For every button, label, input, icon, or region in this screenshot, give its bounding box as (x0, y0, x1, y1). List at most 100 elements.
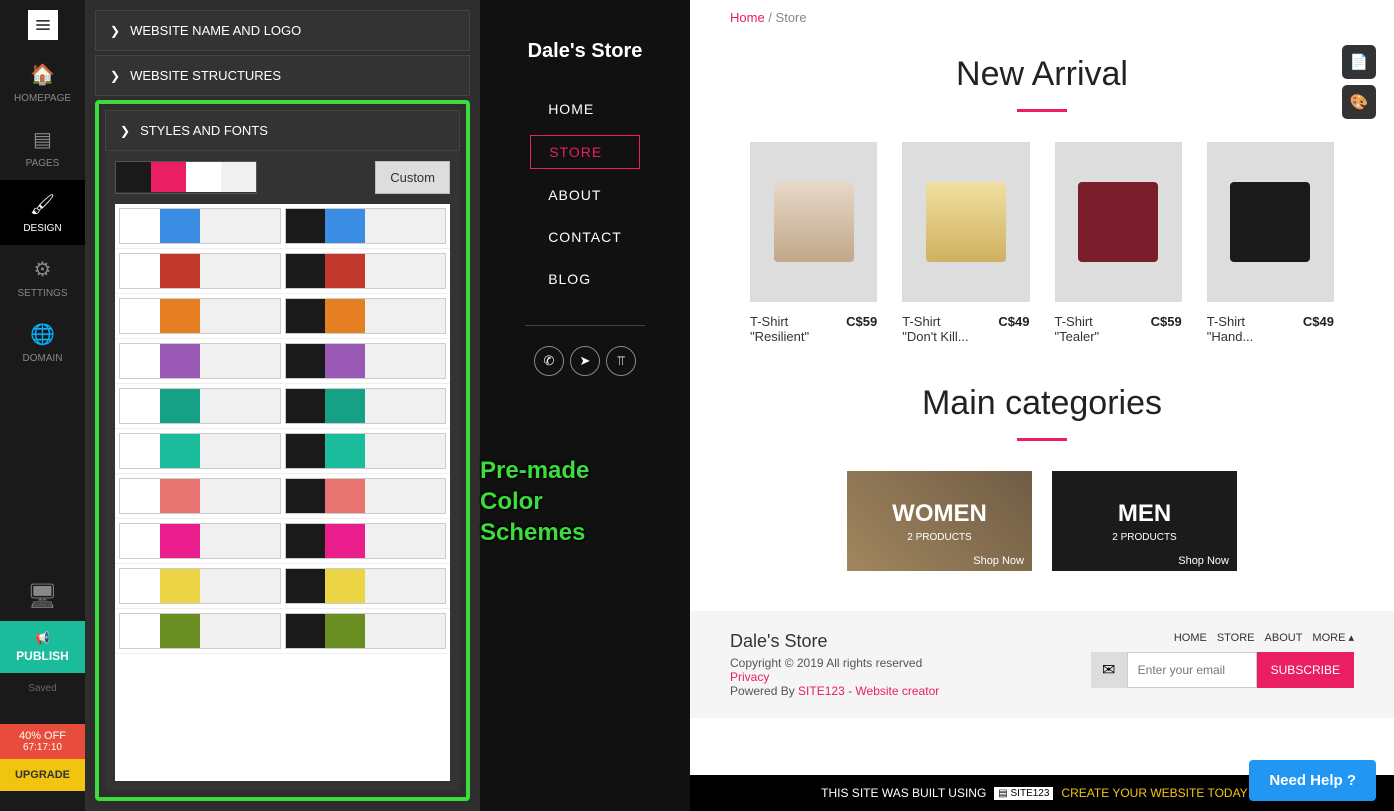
preview-desktop-icon[interactable]: 🖥 (0, 571, 85, 621)
color-scheme-row[interactable] (115, 519, 450, 564)
main-sidebar: 🏠 HOMEPAGE ▤ PAGES 🖌 DESIGN ⚙ SETTINGS 🌐… (0, 0, 85, 811)
preview-nav-item[interactable]: ABOUT (530, 179, 640, 211)
nav-settings[interactable]: ⚙ SETTINGS (0, 245, 85, 310)
product-image (1055, 142, 1182, 302)
section-title-new-arrival: New Arrival (690, 55, 1394, 94)
share-icon[interactable]: ⫪ (606, 346, 636, 376)
footer-nav-item[interactable]: STORE (1217, 632, 1255, 644)
category-card[interactable]: WOMEN 2 PRODUCTS Shop Now (847, 471, 1032, 571)
breadcrumb-home[interactable]: Home (730, 10, 765, 25)
footer-nav-item[interactable]: HOME (1174, 632, 1207, 644)
product-price: C$49 (1303, 314, 1334, 344)
color-scheme-row[interactable] (115, 294, 450, 339)
site-footer: Dale's Store Copyright © 2019 All rights… (690, 611, 1394, 718)
banner-cta: CREATE YOUR WEBSITE TODAY ▸▸ (1061, 786, 1262, 800)
location-icon[interactable]: ➤ (570, 346, 600, 376)
product-name: T-Shirt "Tealer" (1055, 314, 1125, 344)
offer-countdown: 67:17:10 (0, 742, 85, 753)
phone-icon[interactable]: ✆ (534, 346, 564, 376)
nav-domain[interactable]: 🌐 DOMAIN (0, 310, 85, 375)
publish-button[interactable]: 📢 PUBLISH (0, 621, 85, 673)
accordion-styles-fonts[interactable]: ❯ STYLES AND FONTS (105, 110, 460, 151)
nav-homepage[interactable]: 🏠 HOMEPAGE (0, 50, 85, 115)
site-title[interactable]: Dale's Store (528, 40, 643, 63)
banner-text: THIS SITE WAS BUILT USING (821, 786, 986, 800)
category-count: 2 PRODUCTS (907, 532, 971, 543)
product-price: C$59 (846, 314, 877, 344)
color-scheme-row[interactable] (115, 609, 450, 654)
nav-pages[interactable]: ▤ PAGES (0, 115, 85, 180)
nav-label: HOMEPAGE (14, 93, 71, 104)
product-image (1207, 142, 1334, 302)
product-price: C$49 (998, 314, 1029, 344)
category-shop-link[interactable]: Shop Now (1178, 555, 1229, 567)
chevron-down-icon: ❯ (120, 124, 130, 138)
color-scheme-row[interactable] (115, 474, 450, 519)
float-page-icon[interactable]: 📄 (1342, 45, 1376, 79)
subscribe-button[interactable]: SUBSCRIBE (1257, 652, 1354, 688)
site123-badge: ▤ SITE123 (994, 787, 1053, 800)
current-color-scheme[interactable] (115, 161, 257, 194)
footer-store-name: Dale's Store (730, 631, 939, 652)
product-card[interactable]: T-Shirt "Resilient" C$59 (750, 142, 877, 344)
styles-body: Custom (105, 151, 460, 791)
category-name: MEN (1118, 500, 1171, 528)
highlighted-section: ❯ STYLES AND FONTS Custom (95, 100, 470, 801)
color-scheme-row[interactable] (115, 384, 450, 429)
color-swatch (186, 162, 221, 192)
footer-nav-item[interactable]: ABOUT (1265, 632, 1303, 644)
chevron-right-icon: ❯ (110, 24, 120, 38)
preview-site-nav: Dale's Store HOME STORE ABOUT CONTACT BLOG ✆… (480, 0, 690, 811)
products-row: T-Shirt "Resilient" C$59 T-Shirt "Don't … (690, 142, 1394, 344)
nav-design[interactable]: 🖌 DESIGN (0, 180, 85, 245)
preview-nav-item[interactable]: STORE (530, 135, 640, 169)
category-shop-link[interactable]: Shop Now (973, 555, 1024, 567)
preview-content: Home / Store New Arrival T-Shirt "Resili… (690, 0, 1394, 811)
color-schemes-list[interactable] (115, 204, 450, 781)
color-scheme-row[interactable] (115, 429, 450, 474)
category-name: WOMEN (892, 500, 987, 528)
accordion-label: STYLES AND FONTS (140, 123, 268, 138)
preview-nav-item[interactable]: HOME (530, 93, 640, 125)
footer-privacy-link[interactable]: Privacy (730, 670, 769, 684)
product-image (902, 142, 1029, 302)
upgrade-button[interactable]: UPGRADE (0, 759, 85, 791)
categories-row: WOMEN 2 PRODUCTS Shop NowMEN 2 PRODUCTS … (690, 471, 1394, 571)
footer-nav-item[interactable]: MORE ▴ (1312, 632, 1354, 644)
app-logo[interactable] (0, 0, 85, 50)
chevron-right-icon: ❯ (110, 69, 120, 83)
accordion-label: WEBSITE NAME AND LOGO (130, 23, 301, 38)
custom-button[interactable]: Custom (375, 161, 450, 194)
accordion-structures[interactable]: ❯ WEBSITE STRUCTURES (95, 55, 470, 96)
color-scheme-row[interactable] (115, 564, 450, 609)
footer-site123-link[interactable]: SITE123 (798, 684, 845, 698)
gear-icon: ⚙ (34, 257, 52, 282)
nav-label: SETTINGS (17, 288, 67, 299)
float-palette-icon[interactable]: 🎨 (1342, 85, 1376, 119)
product-card[interactable]: T-Shirt "Hand... C$49 (1207, 142, 1334, 344)
globe-icon: 🌐 (30, 322, 55, 347)
help-button[interactable]: Need Help ? (1249, 760, 1376, 801)
product-card[interactable]: T-Shirt "Don't Kill... C$49 (902, 142, 1029, 344)
product-name: T-Shirt "Don't Kill... (902, 314, 972, 344)
product-card[interactable]: T-Shirt "Tealer" C$59 (1055, 142, 1182, 344)
email-input[interactable] (1127, 652, 1257, 688)
color-scheme-row[interactable] (115, 339, 450, 384)
nav-label: DOMAIN (23, 353, 63, 364)
category-card[interactable]: MEN 2 PRODUCTS Shop Now (1052, 471, 1237, 571)
color-scheme-row[interactable] (115, 204, 450, 249)
product-name: T-Shirt "Resilient" (750, 314, 820, 344)
breadcrumb-current: Store (776, 10, 807, 25)
offer-banner[interactable]: 40% OFF 67:17:10 (0, 724, 85, 759)
footer-creator-link[interactable]: Website creator (855, 684, 939, 698)
product-price: C$59 (1151, 314, 1182, 344)
color-swatch (151, 162, 186, 192)
pages-icon: ▤ (33, 127, 52, 152)
preview-nav-item[interactable]: CONTACT (530, 221, 640, 253)
breadcrumb: Home / Store (690, 0, 1394, 35)
section-title-categories: Main categories (690, 384, 1394, 423)
color-scheme-row[interactable] (115, 249, 450, 294)
email-icon: ✉ (1091, 652, 1127, 688)
accordion-name-logo[interactable]: ❯ WEBSITE NAME AND LOGO (95, 10, 470, 51)
preview-nav-item[interactable]: BLOG (530, 263, 640, 295)
